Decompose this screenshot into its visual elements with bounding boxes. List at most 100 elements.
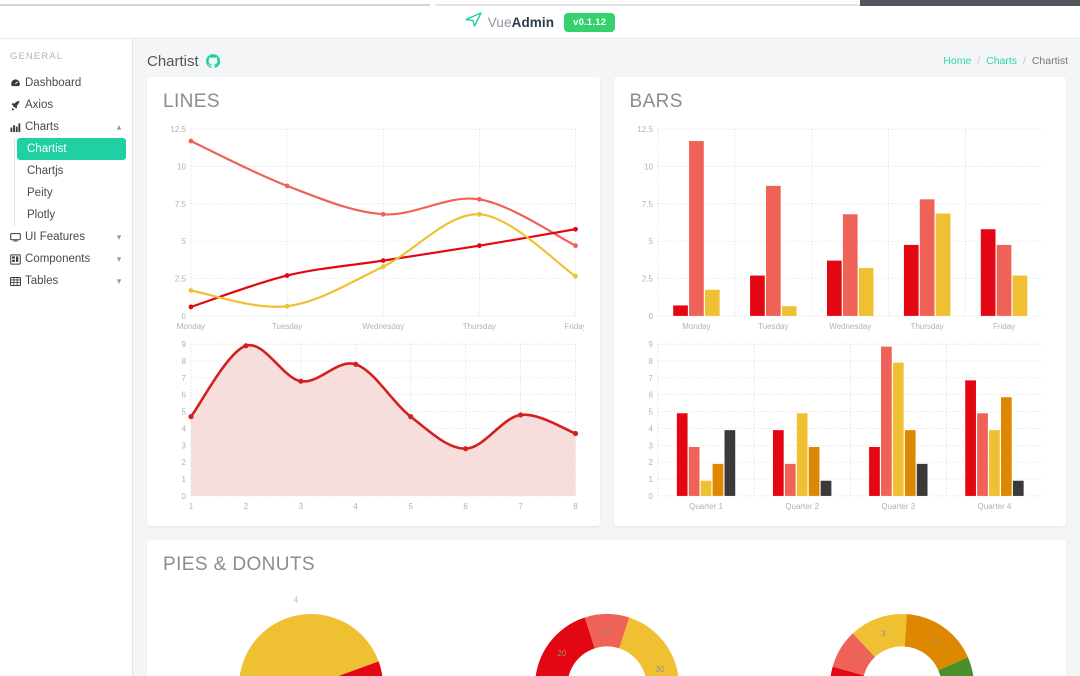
sidebar-item-label: Tables (25, 275, 59, 287)
svg-text:Quarter 4: Quarter 4 (977, 502, 1011, 511)
sidebar-item-components[interactable]: Components ▾ (0, 248, 132, 270)
svg-text:Tuesday: Tuesday (758, 322, 788, 331)
svg-text:9: 9 (182, 340, 187, 349)
svg-text:2: 2 (244, 502, 249, 511)
svg-text:3: 3 (881, 629, 886, 638)
breadcrumb-current: Chartist (1031, 55, 1068, 67)
card-title-bars: BARS (629, 91, 683, 112)
card-title-lines: LINES (163, 91, 220, 112)
svg-text:5: 5 (182, 408, 187, 417)
brand-name-light: Vue (487, 14, 512, 30)
svg-text:2: 2 (182, 458, 187, 467)
breadcrumb-charts[interactable]: Charts (986, 55, 1017, 67)
svg-text:Monday: Monday (682, 322, 710, 331)
page-header: Chartist Home / Charts / Chartist (133, 45, 1080, 77)
svg-text:3: 3 (648, 441, 653, 450)
sidebar-item-label: UI Features (25, 231, 86, 243)
svg-text:10: 10 (177, 162, 186, 171)
svg-text:Quarter 3: Quarter 3 (881, 502, 915, 511)
svg-text:Wednesday: Wednesday (829, 322, 871, 331)
svg-text:7.5: 7.5 (641, 200, 653, 209)
table-icon (10, 276, 25, 287)
svg-text:3: 3 (299, 502, 304, 511)
sidebar-item-charts[interactable]: Charts ▾ (0, 116, 132, 138)
svg-text:2.5: 2.5 (175, 275, 187, 284)
sidebar-item-chartjs[interactable]: Chartjs (15, 160, 132, 182)
chart-bars-quarterly: 0 1 2 3 4 5 6 7 8 9 Quarter 1 Quarter 2 Quarter 3 Qua… (630, 334, 1051, 514)
svg-text:4: 4 (354, 502, 359, 511)
svg-text:5: 5 (182, 237, 187, 246)
chevron-down-icon: ▾ (116, 275, 122, 286)
sidebar-item-tables[interactable]: Tables ▾ (0, 270, 132, 292)
card-pies-donuts: PIES & DONUTS 45 20103040 123467 (147, 540, 1066, 676)
sidebar-item-peity[interactable]: Peity (15, 182, 132, 204)
svg-text:4: 4 (182, 424, 187, 433)
svg-text:5: 5 (648, 237, 653, 246)
svg-text:Thursday: Thursday (910, 322, 943, 331)
chart-lines-smooth: 0 2.5 5 7.5 10 12.5 Monday Tuesday Wednesday Thur… (163, 119, 583, 334)
sidebar-item-label: Axios (25, 99, 54, 111)
github-icon[interactable] (205, 54, 220, 68)
svg-text:12.5: 12.5 (170, 125, 186, 134)
svg-text:20: 20 (557, 649, 566, 658)
paper-plane-icon (465, 12, 482, 32)
chevron-down-icon: ▾ (116, 231, 122, 242)
sidebar-subnav-charts: Chartist Chartjs Peity Plotly (14, 138, 132, 226)
brand-name: VueAdmin (488, 15, 554, 30)
charts-row-pies: PIES & DONUTS 45 20103040 123467 (133, 540, 1080, 676)
brand-name-bold: Admin (511, 14, 555, 30)
svg-text:7: 7 (648, 374, 653, 383)
sidebar-item-label: Components (25, 253, 91, 265)
desktop-icon (10, 232, 25, 243)
svg-text:Quarter 1: Quarter 1 (689, 502, 723, 511)
sidebar-item-chartist[interactable]: Chartist (17, 138, 126, 160)
charts-row-top: LINES 0 2.5 5 7.5 10 12.5 Monday Tuesday Wednesd… (133, 77, 1080, 540)
rocket-icon (10, 99, 25, 111)
card-bars: BARS 0 2.5 5 7.5 10 12.5 Monday Tuesday Wednesda… (613, 77, 1066, 526)
breadcrumb-separator: / (977, 55, 981, 67)
chart-donut-labeled: 20103040 (459, 586, 755, 676)
chevron-up-icon: ▾ (116, 122, 122, 133)
sidebar-item-label: Charts (25, 121, 59, 133)
chart-pie-simple: 45 (163, 586, 459, 676)
svg-text:4: 4 (932, 636, 937, 645)
svg-text:6: 6 (463, 502, 468, 511)
tachometer-icon (10, 78, 25, 89)
chart-bars-weekly: 0 2.5 5 7.5 10 12.5 Monday Tuesday Wednesday Thur… (630, 119, 1051, 334)
top-navigation-bar: VueAdmin v0.1.12 (0, 6, 1080, 39)
sidebar-item-dashboard[interactable]: Dashboard (0, 72, 132, 94)
svg-text:12.5: 12.5 (637, 125, 653, 134)
svg-text:8: 8 (573, 502, 578, 511)
svg-text:Thursday: Thursday (463, 322, 496, 331)
svg-text:4: 4 (648, 424, 653, 433)
svg-text:10: 10 (644, 162, 653, 171)
svg-text:Monday: Monday (177, 322, 205, 331)
sidebar-section-heading: GENERAL (10, 51, 64, 62)
breadcrumb-separator: / (1022, 55, 1026, 67)
svg-text:7: 7 (182, 374, 187, 383)
svg-text:0: 0 (182, 492, 187, 501)
sidebar-item-ui-features[interactable]: UI Features ▾ (0, 226, 132, 248)
main-content: Chartist Home / Charts / Chartist LINES … (133, 39, 1080, 676)
svg-text:1: 1 (648, 475, 653, 484)
breadcrumb: Home / Charts / Chartist (943, 55, 1068, 67)
brand-logo[interactable]: VueAdmin v0.1.12 (465, 12, 616, 32)
bar-chart-icon (10, 122, 25, 133)
svg-text:Friday: Friday (992, 322, 1014, 331)
th-large-icon (10, 253, 25, 265)
sidebar-item-plotly[interactable]: Plotly (15, 204, 132, 226)
svg-text:10: 10 (602, 626, 611, 635)
card-title-pies: PIES & DONUTS (163, 554, 315, 575)
pies-container: 45 20103040 123467 (163, 586, 1050, 676)
svg-text:5: 5 (408, 502, 413, 511)
chevron-down-icon: ▾ (116, 253, 122, 264)
svg-text:4: 4 (293, 595, 298, 604)
svg-text:Quarter 2: Quarter 2 (785, 502, 819, 511)
svg-text:1: 1 (189, 502, 194, 511)
svg-text:6: 6 (182, 391, 187, 400)
svg-text:Wednesday: Wednesday (362, 322, 404, 331)
svg-text:7.5: 7.5 (175, 200, 187, 209)
svg-text:0: 0 (182, 312, 187, 321)
breadcrumb-home[interactable]: Home (943, 55, 971, 67)
sidebar-item-axios[interactable]: Axios (0, 94, 132, 116)
